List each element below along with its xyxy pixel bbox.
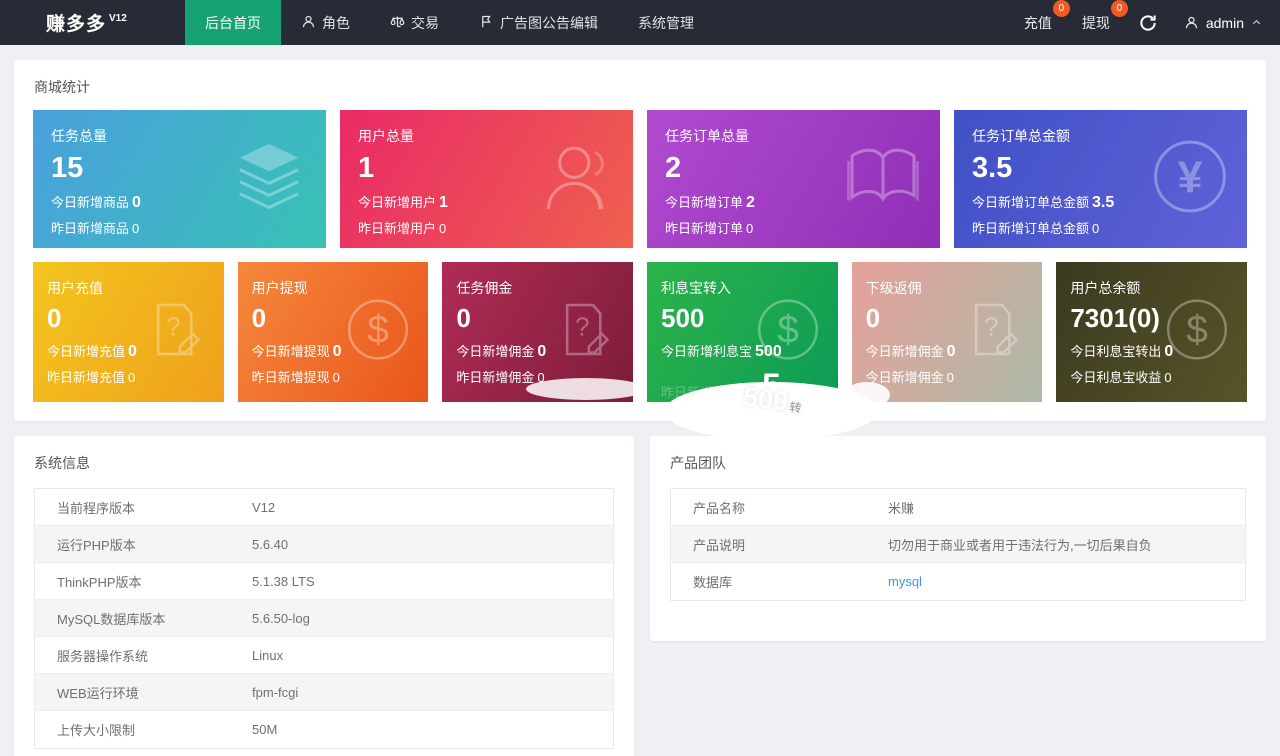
stat-card-interest-in: 利息宝转入 500 今日新增利息宝500 昨日新增利息宝5 $ 500转	[647, 262, 878, 440]
system-info-panel: 系统信息 当前程序版本 V12 运行PHP版本 5.6.40 ThinkPHP版…	[14, 436, 634, 756]
product-team-table: 产品名称 米赚 产品说明 切勿用于商业或者用于违法行为,一切后果自负 数据库 m…	[670, 488, 1246, 601]
mysql-link[interactable]: mysql	[886, 574, 922, 589]
main-menu: 后台首页 角色 交易 广告图公告编辑 系统管理	[185, 0, 714, 45]
user-icon	[301, 14, 316, 32]
nav-item-system[interactable]: 系统管理	[618, 0, 714, 45]
svg-text:?: ?	[575, 313, 589, 341]
username: admin	[1205, 14, 1244, 31]
stats-row-1: 任务总量 15 今日新增商品 0 昨日新增商品 0 用户总量 1 今日新增用户 1 昨…	[14, 110, 1266, 248]
stats-row-2: 用户充值 0 今日新增充值 0 昨日新增充值 0 ? 用户提现 0 今日新增提现 0 …	[14, 262, 1266, 440]
white-smudge-artifact	[526, 378, 633, 400]
stat-card-orders-total: 任务订单总量 2 今日新增订单 2 昨日新增订单 0	[647, 110, 940, 248]
app-version: V12	[109, 13, 127, 24]
nav-item-label: 广告图公告编辑	[500, 14, 598, 31]
stat-card-user-withdraw: 用户提现 0 今日新增提现 0 昨日新增提现 0 $	[237, 262, 429, 402]
chevron-up-icon	[1252, 20, 1261, 25]
refresh-icon[interactable]	[1138, 13, 1158, 33]
withdraw-button[interactable]: 提现 0	[1080, 0, 1128, 37]
dollar-circle-icon: $	[342, 294, 414, 371]
user-icon	[1185, 16, 1197, 29]
product-team-heading: 产品团队	[670, 455, 726, 471]
table-row: 上传大小限制 50M	[35, 711, 613, 748]
withdraw-badge: 0	[1110, 0, 1128, 17]
table-row: 当前程序版本 V12	[35, 489, 613, 526]
nav-item-roles[interactable]: 角色	[281, 0, 370, 45]
doc-question-icon: ?	[956, 294, 1028, 371]
nav-item-banner-editor[interactable]: 广告图公告编辑	[459, 0, 618, 45]
yen-circle-icon: ¥	[1147, 134, 1233, 225]
app-logo-text: 赚多多	[46, 14, 107, 35]
doc-question-icon: ?	[547, 294, 619, 371]
stat-card-tasks-total: 任务总量 15 今日新增商品 0 昨日新增商品 0	[33, 110, 326, 248]
dollar-circle-icon: $	[1161, 294, 1233, 371]
nav-item-label: 交易	[411, 14, 439, 31]
nav-item-trade[interactable]: 交易	[370, 0, 459, 45]
svg-text:?: ?	[166, 313, 180, 341]
nav-item-label: 角色	[322, 14, 350, 31]
table-row: ThinkPHP版本 5.1.38 LTS	[35, 563, 613, 600]
stat-card-sub-rebate: 下级返佣 0 今日新增佣金 0 今日新增佣金 0 ?	[851, 262, 1043, 402]
doc-question-icon: ?	[138, 294, 210, 371]
app-logo[interactable]: 赚多多 V12	[0, 0, 185, 45]
svg-text:¥: ¥	[1178, 153, 1203, 202]
page-content: 商城统计 任务总量 15 今日新增商品 0 昨日新增商品 0 用户总量 1 今日新增…	[0, 45, 1280, 756]
recharge-badge: 0	[1052, 0, 1070, 17]
nav-item-home[interactable]: 后台首页	[185, 0, 281, 45]
table-row: 产品名称 米赚	[671, 489, 1245, 526]
bottom-section: 系统信息 当前程序版本 V12 运行PHP版本 5.6.40 ThinkPHP版…	[14, 436, 1266, 756]
table-row: 产品说明 切勿用于商业或者用于违法行为,一切后果自负	[671, 526, 1245, 563]
recharge-button[interactable]: 充值 0	[1022, 0, 1070, 37]
system-info-table: 当前程序版本 V12 运行PHP版本 5.6.40 ThinkPHP版本 5.1…	[34, 488, 614, 749]
nav-item-label: 系统管理	[638, 14, 694, 31]
navbar-right: 充值 0 提现 0 admin	[1022, 0, 1280, 45]
svg-text:?: ?	[984, 313, 998, 341]
svg-text:$: $	[368, 308, 390, 351]
book-icon	[840, 134, 926, 225]
withdraw-label: 提现	[1081, 14, 1110, 31]
recharge-label: 充值	[1023, 14, 1052, 31]
top-navbar: 赚多多 V12 后台首页 角色 交易 广告图公告编辑 系统管理 充值 0 提现 …	[0, 0, 1280, 45]
table-row: WEB运行环境 fpm-fcgi	[35, 674, 613, 711]
stats-heading: 商城统计	[34, 79, 90, 95]
nav-item-label: 后台首页	[205, 14, 261, 31]
stat-card-task-commission: 任务佣金 0 今日新增佣金 0 昨日新增佣金 0 ?	[442, 262, 633, 402]
dollar-circle-icon: $	[752, 294, 824, 371]
table-row: 数据库 mysql	[671, 563, 1245, 600]
svg-text:$: $	[777, 308, 799, 351]
svg-text:$: $	[1186, 308, 1208, 351]
layers-icon	[226, 134, 312, 225]
system-info-heading: 系统信息	[34, 455, 90, 471]
stat-card-user-balance: 用户总余额 7301(0) 今日利息宝转出 0 今日利息宝收益 0 $	[1056, 262, 1247, 402]
stat-card-users-total: 用户总量 1 今日新增用户 1 昨日新增用户 0	[340, 110, 633, 248]
stat-card-order-amount: 任务订单总金额 3.5 今日新增订单总金额 3.5 昨日新增订单总金额 0 ¥	[954, 110, 1247, 248]
product-team-panel: 产品团队 产品名称 米赚 产品说明 切勿用于商业或者用于违法行为,一切后果自负 …	[650, 436, 1266, 641]
stat-card-user-recharge: 用户充值 0 今日新增充值 0 昨日新增充值 0 ?	[33, 262, 224, 402]
table-row: MySQL数据库版本 5.6.50-log	[35, 600, 613, 637]
table-row: 服务器操作系统 Linux	[35, 637, 613, 674]
user-icon	[533, 134, 619, 225]
shop-stats-panel: 商城统计 任务总量 15 今日新增商品 0 昨日新增商品 0 用户总量 1 今日新增…	[14, 60, 1266, 440]
table-row: 运行PHP版本 5.6.40	[35, 526, 613, 563]
user-menu[interactable]: admin	[1184, 15, 1262, 31]
scale-icon	[390, 14, 405, 32]
flag-icon	[479, 14, 494, 32]
